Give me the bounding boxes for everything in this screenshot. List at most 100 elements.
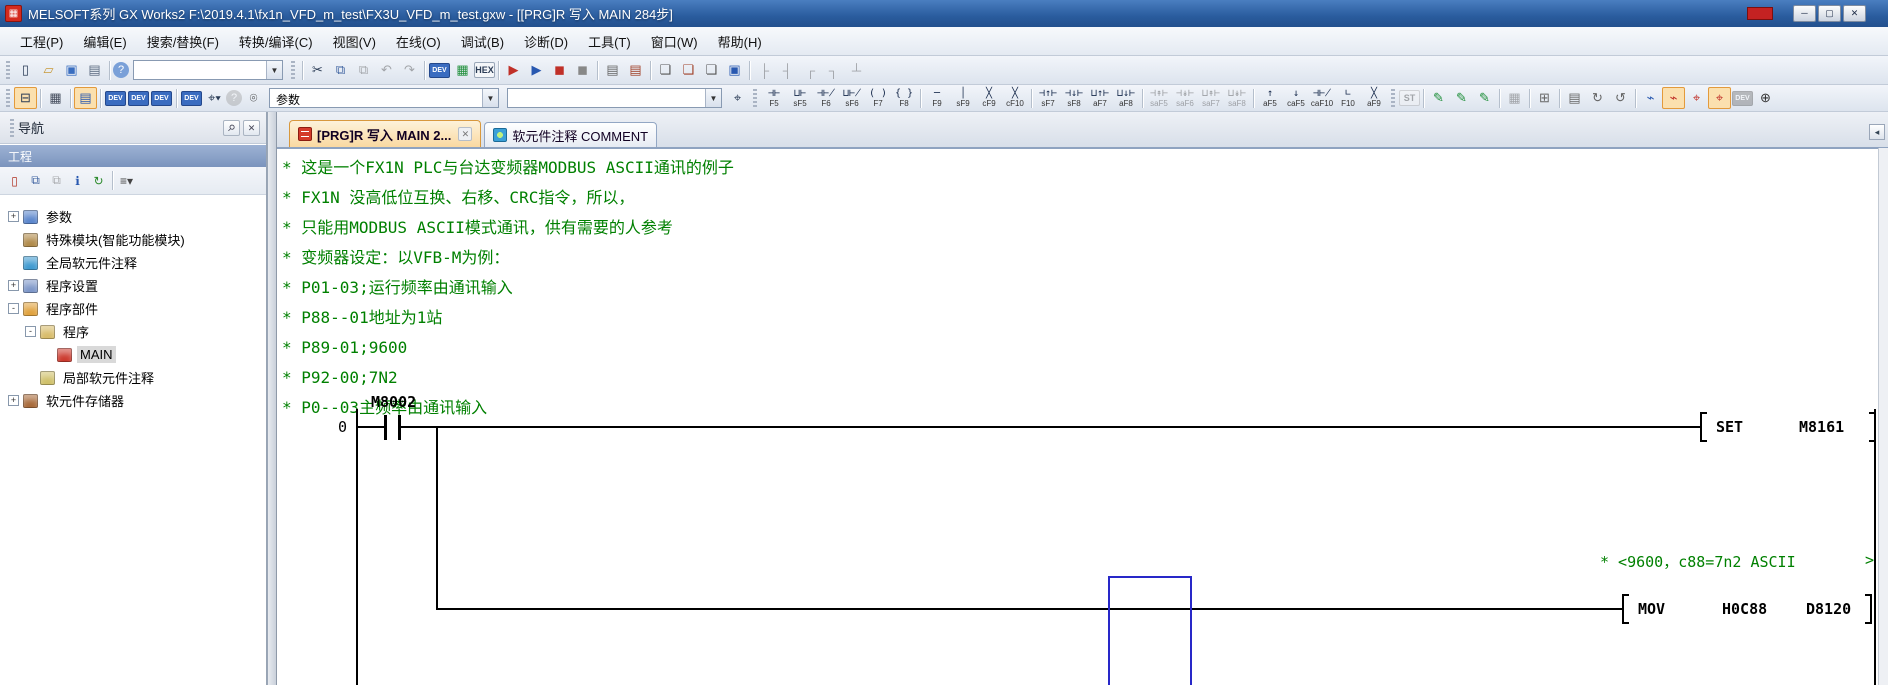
cross-reference-icon[interactable]: ⌾ [242,87,265,109]
program-write-icon[interactable]: ▤ [624,59,647,81]
inline-st-icon[interactable]: ST [1399,90,1420,106]
zoom-icon[interactable]: ⊕ [1754,87,1777,109]
refresh-view-icon[interactable]: ↻ [88,171,109,191]
delete-line-fkey-icon[interactable]: ╳ aF9 [1361,86,1387,111]
edit-line-icon[interactable]: ├ [753,59,776,81]
tree-item-program[interactable]: - 程序 [0,320,266,343]
minimize-button[interactable]: ─ [1793,5,1816,22]
window-cascade-icon[interactable]: ❏ [700,59,723,81]
outline-display-icon[interactable]: ⌁ [1639,87,1662,109]
tree-expand-toggle[interactable]: - [8,303,19,314]
tree-expand-toggle[interactable]: - [25,326,36,337]
coil-icon[interactable]: ( ) F7 [865,86,891,111]
tab-device-comment[interactable]: 软元件注释 COMMENT [484,122,657,147]
device-comment-edit-icon[interactable]: ✎ [1450,87,1473,109]
menu-project[interactable]: 工程(P) [10,28,73,55]
menu-window[interactable]: 窗口(W) [641,28,708,55]
read-mode-icon[interactable]: ▶ [502,59,525,81]
help-icon[interactable]: ? [113,62,129,78]
vertical-line-icon[interactable]: │ sF9 [950,86,976,111]
rising-negate-branch-icon[interactable]: ⊔↟⊢ saF7 [1198,86,1224,111]
project-combobox[interactable]: ▼ [133,60,283,80]
tab-prg-main[interactable]: [PRG]R 写入 MAIN 2... ✕ [289,120,481,147]
device-find-icon[interactable]: DEV [429,63,450,78]
device-watch-icon[interactable]: ⌖ [1708,87,1731,109]
closed-branch-icon[interactable]: ⊔⊬ sF6 [839,86,865,111]
delete-vertical-line-icon[interactable]: ╳ cF10 [1002,86,1028,111]
menu-debug[interactable]: 调试(B) [451,28,514,55]
delete-horizontal-line-icon[interactable]: ╳ cF9 [976,86,1002,111]
menu-help[interactable]: 帮助(H) [708,28,772,55]
tree-item-special-module[interactable]: 特殊模块(智能功能模块) [0,228,266,251]
find-device-button[interactable]: ⌖ [726,87,749,109]
horizontal-line-icon[interactable]: ─ F9 [924,86,950,111]
tree-item-local-comment[interactable]: 局部软元件注释 [0,366,266,389]
delete-line-icon[interactable]: ┤ [776,59,799,81]
module-configuration-icon[interactable]: ▦ [44,87,67,109]
rising-pulse-icon[interactable]: ⊣↑⊢ sF7 [1035,86,1061,111]
write-mode-icon[interactable]: ▶ [525,59,548,81]
tree-item-pou[interactable]: - 程序部件 [0,297,266,320]
ladder-edit-disabled-icon[interactable]: ▦ [1503,87,1526,109]
closed-contact-icon[interactable]: ⊣⊬ F6 [813,86,839,111]
panel-splitter[interactable] [267,112,277,685]
tree-expand-toggle[interactable]: + [8,395,19,406]
application-instruction-icon[interactable]: { } F8 [891,86,917,111]
chevron-down-icon[interactable]: ▼ [266,61,282,79]
paste-icon[interactable]: ⧉ [352,59,375,81]
statement-refresh-icon[interactable]: ↻ [1586,87,1609,109]
edit-cursor[interactable] [1108,576,1192,685]
redo-icon[interactable]: ↷ [398,59,421,81]
rising-pulse-negate-icon[interactable]: ⊣↟⊢ saF5 [1146,86,1172,111]
ladder-block-icon[interactable]: ❏ [654,59,677,81]
pulse-down-icon[interactable]: ↓ caF5 [1283,86,1309,111]
falling-pulse-branch-icon[interactable]: ⊔↓⊢ aF8 [1113,86,1139,111]
invert-result-icon[interactable]: ⊣⊬ caF10 [1309,86,1335,111]
menu-view[interactable]: 视图(V) [323,28,386,55]
save-project-icon[interactable]: ▣ [60,59,83,81]
tree-expand-toggle[interactable]: + [8,280,19,291]
new-data-icon[interactable]: ▯ [4,171,25,191]
data-property-icon[interactable]: ℹ [67,171,88,191]
help-icon[interactable]: ? [226,90,242,106]
menu-find-replace[interactable]: 搜索/替换(F) [137,28,229,55]
menu-diagnostics[interactable]: 诊断(D) [514,28,578,55]
copy-data-icon[interactable]: ⧉ [25,171,46,191]
navigation-window-icon[interactable]: ⊟ [14,87,37,109]
cut-icon[interactable]: ✂ [306,59,329,81]
draw-corner-icon[interactable]: ┌ [799,59,822,81]
edit-ladder-icon[interactable]: ✎ [1427,87,1450,109]
device-display-gray-icon[interactable]: DEV [1732,91,1753,106]
falling-pulse-negate-icon[interactable]: ⊣↡⊢ saF6 [1172,86,1198,111]
tree-item-global-comment[interactable]: 全局软元件注释 [0,251,266,274]
menu-online[interactable]: 在线(O) [386,28,451,55]
ladder-monitor-icon[interactable]: ▦ [451,59,474,81]
tree-expand-toggle[interactable]: + [8,211,19,222]
window-display-icon[interactable]: ▣ [723,59,746,81]
menu-edit[interactable]: 编辑(E) [73,28,136,55]
undo-icon[interactable]: ↶ [375,59,398,81]
print-icon[interactable]: ▤ [83,59,106,81]
falling-pulse-icon[interactable]: ⊣↓⊢ sF8 [1061,86,1087,111]
device-display-menu-icon[interactable]: DEV [181,91,202,106]
device-comment-display-icon[interactable]: DEV [105,91,126,106]
corner-line-icon[interactable]: ∟ F10 [1335,86,1361,111]
chevron-down-icon[interactable]: ▼ [705,89,721,107]
rising-pulse-branch-icon[interactable]: ⊔↑⊢ aF7 [1087,86,1113,111]
new-project-icon[interactable]: ▯ [14,59,37,81]
close-icon[interactable]: ✕ [243,120,260,136]
note-refresh-icon[interactable]: ↺ [1609,87,1632,109]
tree-item-program-setting[interactable]: + 程序设置 [0,274,266,297]
monitor-write-mode-icon[interactable]: ◼ [571,59,594,81]
device-monitor-icon[interactable]: DEV [128,91,149,106]
close-button[interactable]: ✕ [1843,5,1866,22]
work-window-icon[interactable]: ▤ [74,87,97,109]
pulse-up-icon[interactable]: ↑ aF5 [1257,86,1283,111]
falling-negate-branch-icon[interactable]: ⊔↡⊢ saF8 [1224,86,1250,111]
program-read-icon[interactable]: ▤ [601,59,624,81]
copy-icon[interactable]: ⧉ [329,59,352,81]
device-search-icon[interactable]: ⌖ [1685,87,1708,109]
paste-data-icon[interactable]: ⧉ [46,171,67,191]
value-combobox[interactable]: ▼ [507,88,722,108]
tab-close-button[interactable]: ✕ [458,127,472,141]
